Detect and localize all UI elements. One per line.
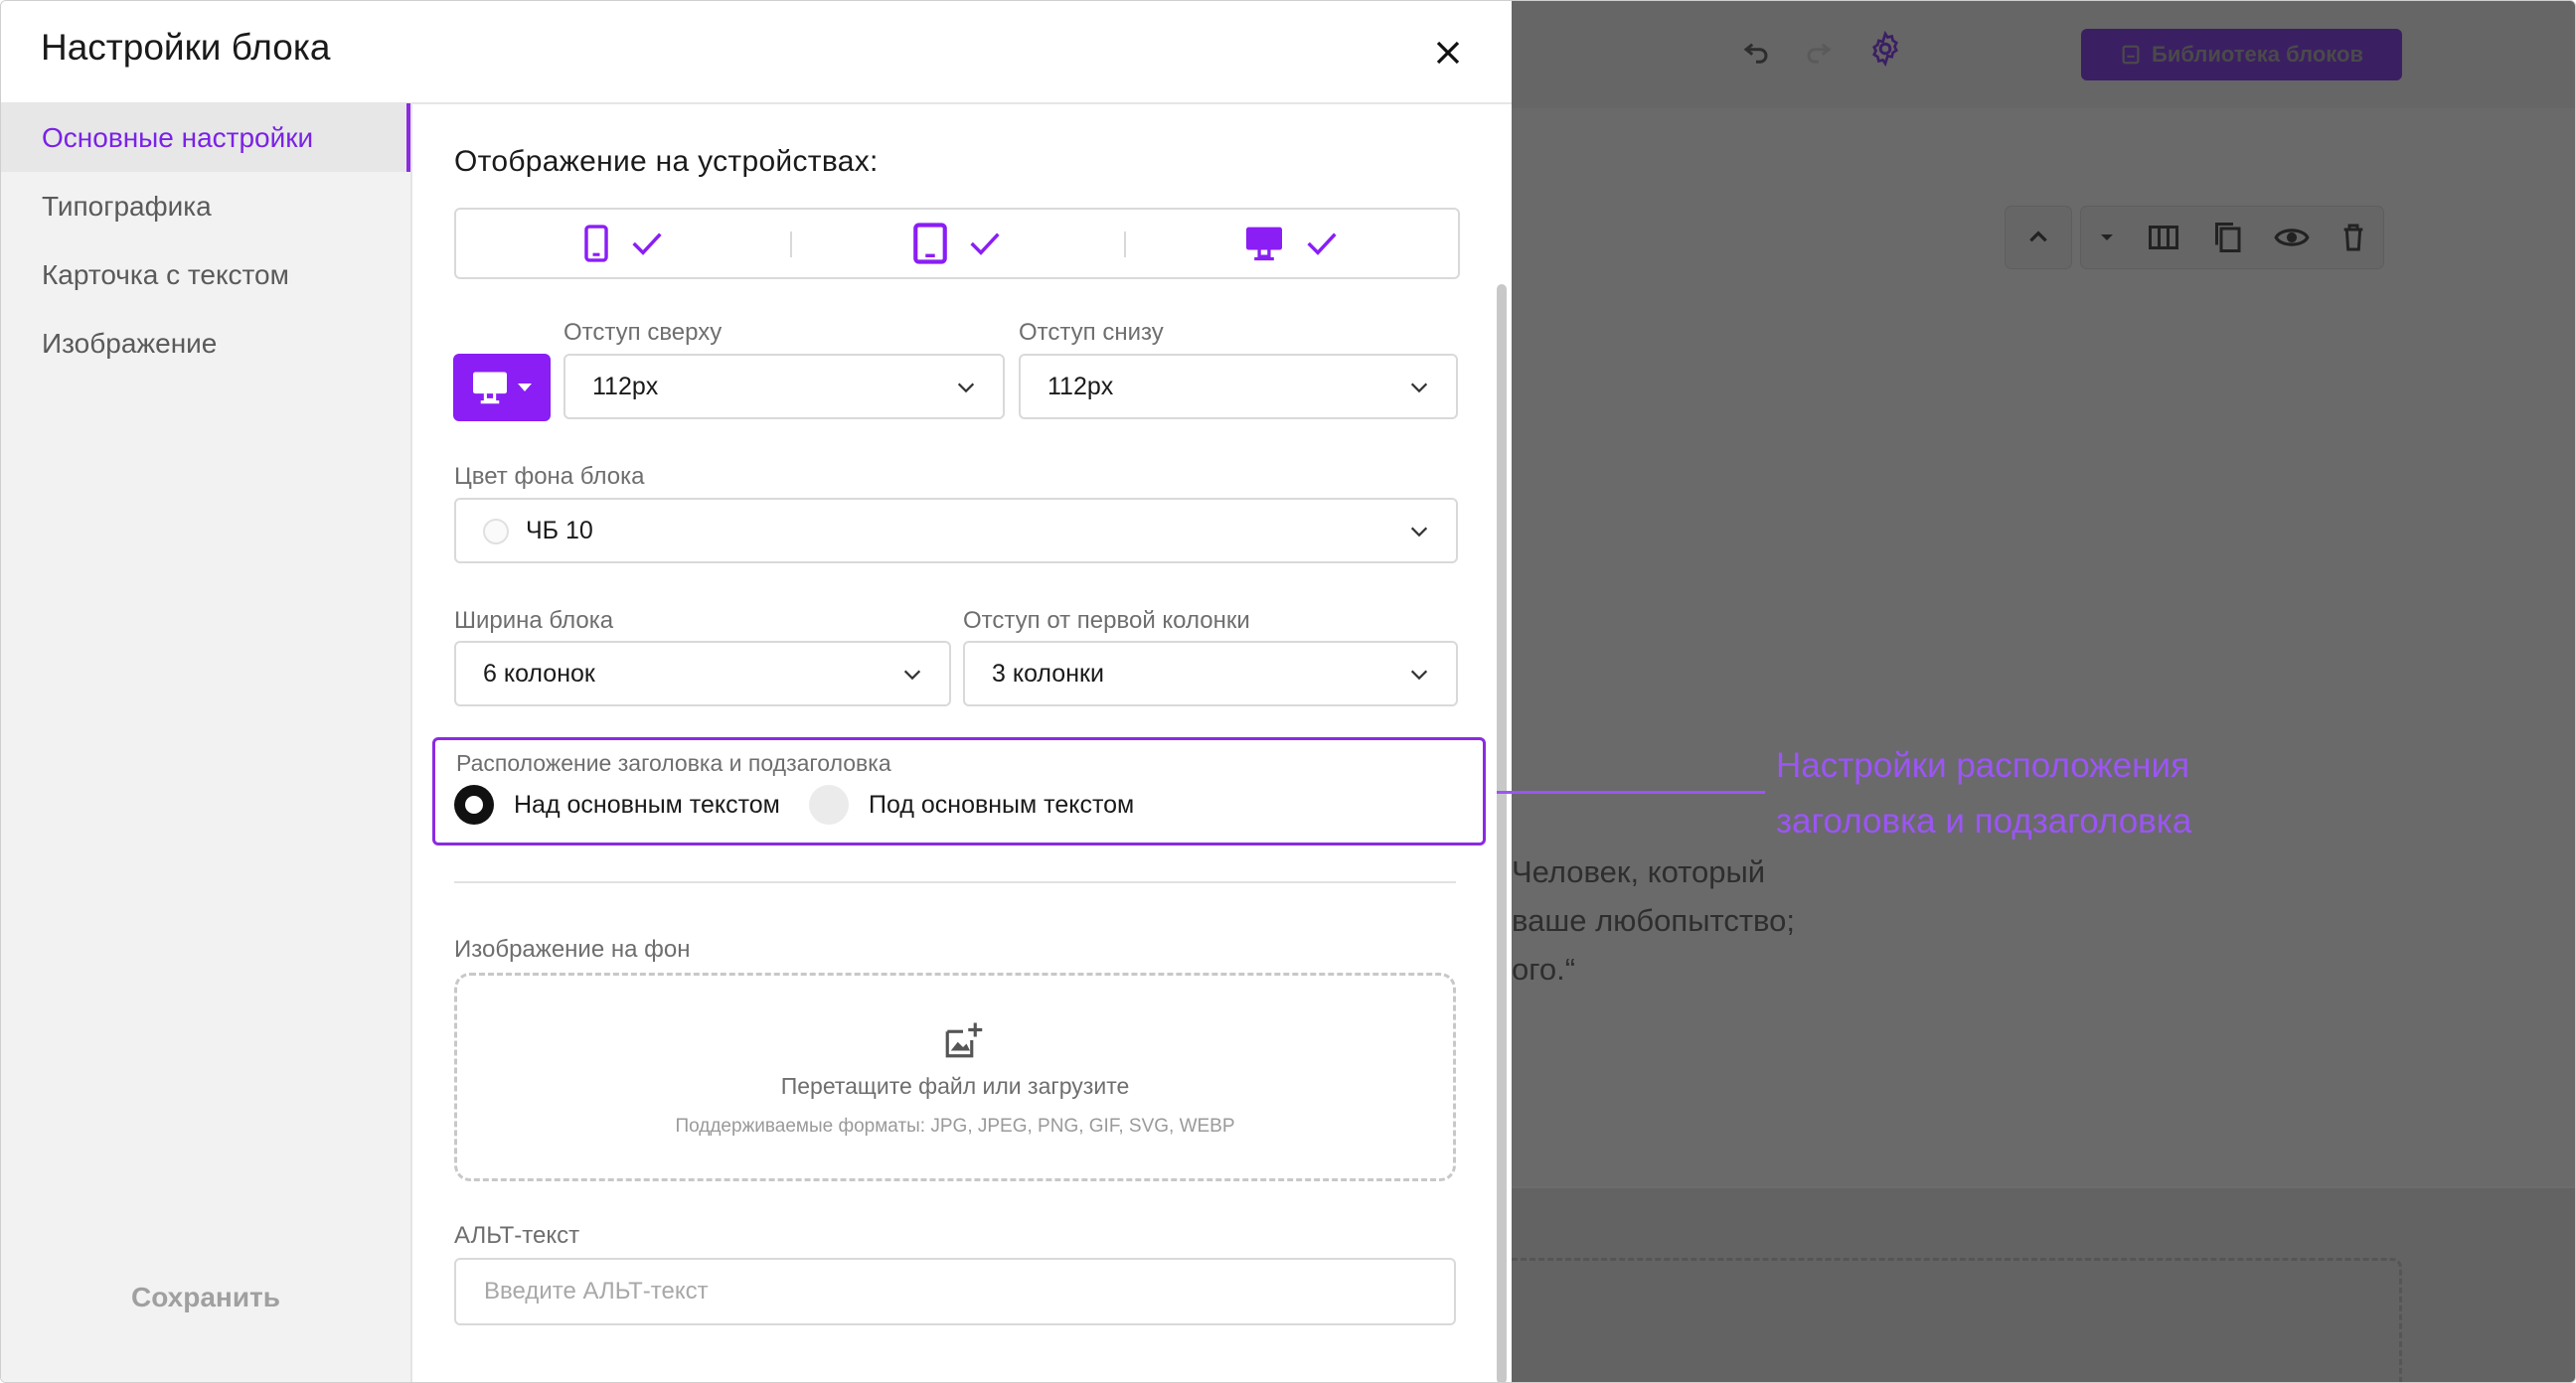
padding-bottom-select[interactable]: 112px bbox=[1019, 354, 1458, 419]
alt-text-label: АЛЬТ-текст bbox=[454, 1222, 580, 1249]
padding-top-select[interactable]: 112px bbox=[564, 354, 1005, 419]
annotation-line bbox=[1497, 791, 1765, 794]
quote-line: ого.“ bbox=[1512, 952, 1576, 987]
radio-above-label: Над основным текстом bbox=[514, 790, 780, 819]
block-width-value: 6 колонок bbox=[483, 660, 595, 688]
background-quote: Человек, который ваше любопытство; ого.“ bbox=[1512, 847, 1795, 994]
radio-unchecked bbox=[809, 785, 849, 825]
chevron-down-icon bbox=[903, 670, 921, 681]
undo-icon[interactable] bbox=[1732, 31, 1780, 78]
quote-line: ваше любопытство; bbox=[1512, 903, 1796, 938]
color-swatch bbox=[483, 519, 509, 544]
caret-down-icon bbox=[518, 384, 532, 391]
desktop-icon bbox=[473, 372, 507, 404]
editor-canvas bbox=[1512, 108, 2575, 1186]
chevron-down-icon bbox=[1410, 383, 1428, 393]
dropzone-text: Перетащите файл или загрузите bbox=[780, 1073, 1130, 1099]
radio-below-label: Под основным текстом bbox=[869, 790, 1135, 819]
annotation-callout: Настройки расположения заголовка и подза… bbox=[1776, 738, 2191, 849]
device-toggle-tablet[interactable] bbox=[790, 210, 1124, 277]
block-settings-modal: Настройки блока Основные настройки Типог… bbox=[1, 1, 1512, 1382]
radio-above-text[interactable]: Над основным текстом bbox=[454, 785, 780, 825]
bg-image-label: Изображение на фон bbox=[454, 936, 691, 963]
save-button[interactable]: Сохранить bbox=[1, 1282, 410, 1313]
library-icon bbox=[2122, 45, 2140, 65]
device-toggle-mobile[interactable] bbox=[456, 210, 790, 277]
desktop-icon bbox=[1246, 227, 1282, 261]
block-library-button[interactable]: Библиотека блоков bbox=[2081, 29, 2402, 80]
modal-header: Настройки блока bbox=[1, 1, 1512, 104]
mobile-icon bbox=[584, 225, 608, 262]
bg-color-select[interactable]: ЧБ 10 bbox=[454, 498, 1458, 563]
gear-icon[interactable] bbox=[1861, 30, 1909, 78]
dropzone-formats: Поддерживаемые форматы: JPG, JPEG, PNG, … bbox=[675, 1116, 1235, 1137]
column-offset-select[interactable]: 3 колонки bbox=[963, 641, 1458, 706]
bg-color-value: ЧБ 10 bbox=[526, 517, 593, 544]
block-width-select[interactable]: 6 колонок bbox=[454, 641, 951, 706]
modal-title: Настройки блока bbox=[41, 27, 331, 68]
redo-icon[interactable] bbox=[1795, 31, 1843, 78]
padding-top-value: 112px bbox=[592, 373, 659, 400]
settings-sidebar: Основные настройки Типографика Карточка … bbox=[1, 103, 412, 1382]
device-selector-button[interactable] bbox=[453, 354, 551, 421]
tablet-icon bbox=[913, 223, 947, 264]
settings-content: Отображение на устройствах: Отступ сверх… bbox=[412, 103, 1498, 1382]
sidebar-item-image[interactable]: Изображение bbox=[1, 309, 410, 378]
padding-bottom-label: Отступ снизу bbox=[1019, 319, 1164, 346]
editor-toolbar: Библиотека блоков bbox=[1512, 1, 2575, 110]
check-icon bbox=[1307, 232, 1337, 255]
column-offset-value: 3 колонки bbox=[992, 660, 1104, 688]
block-width-label: Ширина блока bbox=[454, 607, 614, 634]
add-image-icon bbox=[945, 1022, 983, 1058]
radio-below-text[interactable]: Под основным текстом bbox=[809, 785, 1134, 825]
section-divider bbox=[454, 881, 1456, 883]
sidebar-item-text-card[interactable]: Карточка с текстом bbox=[1, 240, 410, 309]
move-up-icon[interactable] bbox=[2006, 207, 2071, 268]
radio-checked bbox=[454, 785, 494, 825]
device-toggle-desktop[interactable] bbox=[1124, 210, 1458, 277]
device-display-title: Отображение на устройствах: bbox=[454, 145, 879, 178]
trash-icon[interactable] bbox=[2337, 222, 2369, 253]
eye-icon[interactable] bbox=[2273, 219, 2311, 256]
background-editor: Библиотека блоков Человек, который ваше … bbox=[1512, 1, 2575, 1382]
columns-icon[interactable] bbox=[2146, 220, 2181, 255]
quote-line: Человек, который bbox=[1512, 854, 1766, 889]
heading-position-group: Расположение заголовка и подзаголовка На… bbox=[432, 737, 1486, 845]
bg-color-label: Цвет фона блока bbox=[454, 463, 645, 490]
image-dropzone[interactable]: Перетащите файл или загрузите Поддержива… bbox=[454, 973, 1456, 1181]
chevron-down-icon bbox=[1410, 670, 1428, 681]
alt-text-input[interactable] bbox=[454, 1258, 1456, 1325]
sidebar-item-typography[interactable]: Типографика bbox=[1, 172, 410, 240]
sidebar-item-basic-settings[interactable]: Основные настройки bbox=[1, 103, 410, 172]
device-visibility-toggle bbox=[454, 208, 1460, 279]
app-frame: Библиотека блоков Человек, который ваше … bbox=[0, 0, 2576, 1383]
block-tools bbox=[2081, 207, 2383, 268]
empty-block-placeholder bbox=[1512, 1258, 2402, 1382]
heading-position-label: Расположение заголовка и подзаголовка bbox=[456, 750, 891, 776]
chevron-down-icon bbox=[1410, 527, 1428, 538]
check-icon bbox=[632, 232, 662, 255]
close-icon bbox=[1436, 41, 1460, 65]
content-scrollbar[interactable] bbox=[1497, 284, 1507, 1382]
annotation-line-1: Настройки расположения bbox=[1776, 746, 2190, 785]
move-down-icon[interactable] bbox=[2095, 226, 2119, 249]
annotation-line-2: заголовка и подзаголовка bbox=[1776, 802, 2192, 841]
check-icon bbox=[970, 232, 1000, 255]
copy-icon[interactable] bbox=[2209, 220, 2245, 255]
padding-top-label: Отступ сверху bbox=[564, 319, 723, 346]
column-offset-label: Отступ от первой колонки bbox=[963, 607, 1250, 634]
chevron-down-icon bbox=[957, 383, 975, 393]
close-button[interactable] bbox=[1424, 29, 1472, 77]
padding-bottom-value: 112px bbox=[1047, 373, 1114, 400]
block-library-label: Библиотека блоков bbox=[2152, 42, 2363, 67]
